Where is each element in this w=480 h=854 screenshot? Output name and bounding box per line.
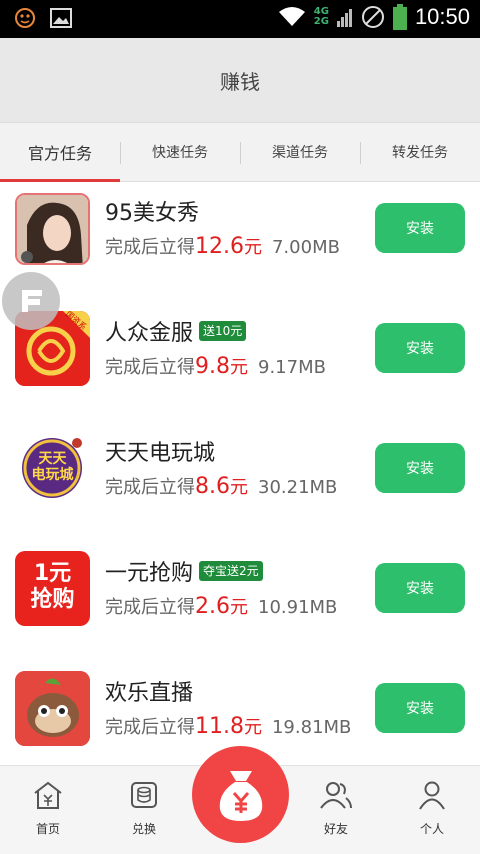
reward-info: 完成后立得 11.8 元 19.81MB [105,713,351,739]
title-bar: 赚钱 [0,38,480,122]
money-bag-icon [219,770,262,821]
earn-money-center-button[interactable] [192,746,289,843]
reward-unit: 元 [230,477,248,498]
tab-label: 官方任务 [27,144,92,163]
list-item[interactable]: 国资系 人众金服 送10元 完成后立得 9.8 元 9.17MB 安装 [0,303,480,423]
icon-text: 1元 抢购 [15,561,90,613]
battery-icon [392,4,407,30]
nav-home[interactable]: 首页 [0,766,96,854]
app-title: 一元抢购 [105,561,194,586]
reward-info: 完成后立得 2.6 元 10.91MB [105,593,337,619]
nav-label: 个人 [419,822,444,836]
install-button[interactable]: 安装 [375,443,465,493]
no-sim-icon [361,6,384,28]
app-icon-tiantiandianwancheng: 天天 电玩城 [15,431,90,506]
app-notification-icon [15,8,35,28]
reward-unit: 元 [230,597,248,618]
install-button[interactable]: 安装 [375,683,465,733]
network-type: 4G 2G [314,7,329,27]
reward-unit: 元 [230,357,248,378]
clock: 10:50 [414,4,470,29]
friends-icon [320,782,352,809]
install-button[interactable]: 安装 [375,323,465,373]
tab-label: 快速任务 [152,145,208,161]
nav-label: 好友 [323,822,348,836]
install-button[interactable]: 安装 [375,203,465,253]
app-icon-yiyuanqianggou: 1元 抢购 [15,551,90,626]
profile-icon [419,781,445,810]
reward-prefix: 完成后立得 [105,477,195,498]
tab-official-tasks[interactable]: 官方任务 [0,123,120,181]
file-size: 10.91MB [258,597,338,618]
app-name: 人众金服 送10元 [105,315,247,347]
nav-exchange[interactable]: 兑换 [96,766,192,854]
status-bar: 4G 2G 10:50 [0,0,480,38]
reward-amount: 2.6 [195,594,230,619]
nav-profile[interactable]: 个人 [384,766,480,854]
app-name: 一元抢购 夺宝送2元 [105,555,263,587]
tab-share-tasks[interactable]: 转发任务 [360,123,480,181]
app-title: 95美女秀 [105,201,199,226]
app-name: 欢乐直播 [105,675,193,707]
reward-amount: 12.6 [195,234,244,259]
tab-channel-tasks[interactable]: 渠道任务 [240,123,360,181]
page-title: 赚钱 [220,69,260,94]
reward-prefix: 完成后立得 [105,717,195,738]
status-left-icons [14,7,72,29]
network-2g-label: 2G [313,16,329,27]
app-title: 人众金服 [105,321,194,346]
promo-badge: 夺宝送2元 [199,561,263,581]
file-size: 9.17MB [258,357,326,378]
nav-label: 兑换 [131,822,156,836]
app-icon-huanlezhibo [15,671,90,746]
reward-info: 完成后立得 9.8 元 9.17MB [105,353,326,379]
app-name: 天天电玩城 [105,435,215,467]
status-right-icons: 4G 2G 10:50 [278,4,470,30]
tab-label: 转发任务 [392,145,448,161]
reward-amount: 11.8 [195,714,244,739]
reward-prefix: 完成后立得 [105,237,195,258]
reward-prefix: 完成后立得 [105,357,195,378]
signal-icon [336,9,352,27]
floating-logo-icon [22,290,42,312]
install-button[interactable]: 安装 [375,563,465,613]
app-icon-meinvxiu [15,193,90,265]
promo-badge: 送10元 [199,321,247,341]
home-icon [34,781,62,809]
app-title: 欢乐直播 [105,681,194,706]
reward-info: 完成后立得 12.6 元 7.00MB [105,233,340,259]
reward-unit: 元 [243,717,262,738]
reward-prefix: 完成后立得 [105,597,195,618]
list-item[interactable]: 95美女秀 完成后立得 12.6 元 7.00MB 安装 [0,183,480,303]
icon-text: 天天 电玩城 [15,451,90,483]
task-list[interactable]: 95美女秀 完成后立得 12.6 元 7.00MB 安装 国资系 人众金服 送1… [0,183,480,765]
nav-friends[interactable]: 好友 [288,766,384,854]
wifi-icon [278,7,305,26]
exchange-icon [131,782,157,808]
nav-label: 首页 [35,822,60,836]
image-notification-icon [50,8,72,28]
icon-text-line: 1元 [33,561,72,586]
reward-amount: 9.8 [195,354,230,379]
reward-unit: 元 [243,237,262,258]
list-item[interactable]: 1元 抢购 一元抢购 夺宝送2元 完成后立得 2.6 元 10.91MB 安装 [0,543,480,663]
floating-menu-button[interactable] [2,272,60,330]
icon-text-line: 电玩城 [31,467,74,483]
icon-text-line: 抢购 [30,587,75,612]
active-tab-indicator [0,179,120,182]
app-name: 95美女秀 [105,195,199,227]
tab-quick-tasks[interactable]: 快速任务 [120,123,240,181]
file-size: 7.00MB [271,237,340,258]
file-size: 30.21MB [258,477,338,498]
reward-amount: 8.6 [195,474,230,499]
tab-label: 渠道任务 [272,145,328,161]
reward-info: 完成后立得 8.6 元 30.21MB [105,473,337,499]
file-size: 19.81MB [271,717,352,738]
app-title: 天天电玩城 [105,441,216,466]
list-item[interactable]: 天天 电玩城 天天电玩城 完成后立得 8.6 元 30.21MB 安装 [0,423,480,543]
icon-text-line: 天天 [38,451,67,467]
task-tabs: 官方任务 快速任务 渠道任务 转发任务 [0,122,480,182]
